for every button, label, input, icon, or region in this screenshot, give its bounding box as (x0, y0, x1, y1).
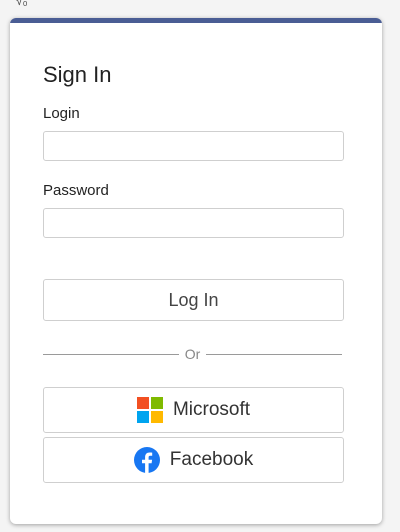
sign-in-card: Sign In Login Password Log In Or Microso… (10, 18, 382, 524)
divider-line-left (43, 353, 179, 355)
facebook-logo-icon (133, 447, 160, 473)
divider-text: Or (184, 346, 201, 362)
microsoft-login-button[interactable]: Microsoft (43, 387, 344, 433)
login-input[interactable] (43, 131, 344, 161)
microsoft-button-label: Microsoft (172, 399, 251, 420)
password-label: Password (43, 182, 109, 199)
log-in-button-label: Log In (168, 289, 219, 310)
card-accent-bar (10, 18, 382, 23)
log-in-button[interactable]: Log In (43, 279, 344, 321)
facebook-button-label: Facebook (169, 449, 254, 470)
microsoft-logo-icon (136, 397, 163, 423)
page-title: Sign In (43, 62, 112, 87)
or-divider: Or (43, 344, 342, 364)
page: √₀ Sign In Login Password Log In Or Micr… (0, 0, 400, 532)
facebook-login-button[interactable]: Facebook (43, 437, 344, 483)
divider-line-right (206, 353, 342, 355)
password-input[interactable] (43, 208, 344, 238)
corner-mark: √₀ (16, 0, 28, 8)
login-label: Login (43, 105, 80, 122)
